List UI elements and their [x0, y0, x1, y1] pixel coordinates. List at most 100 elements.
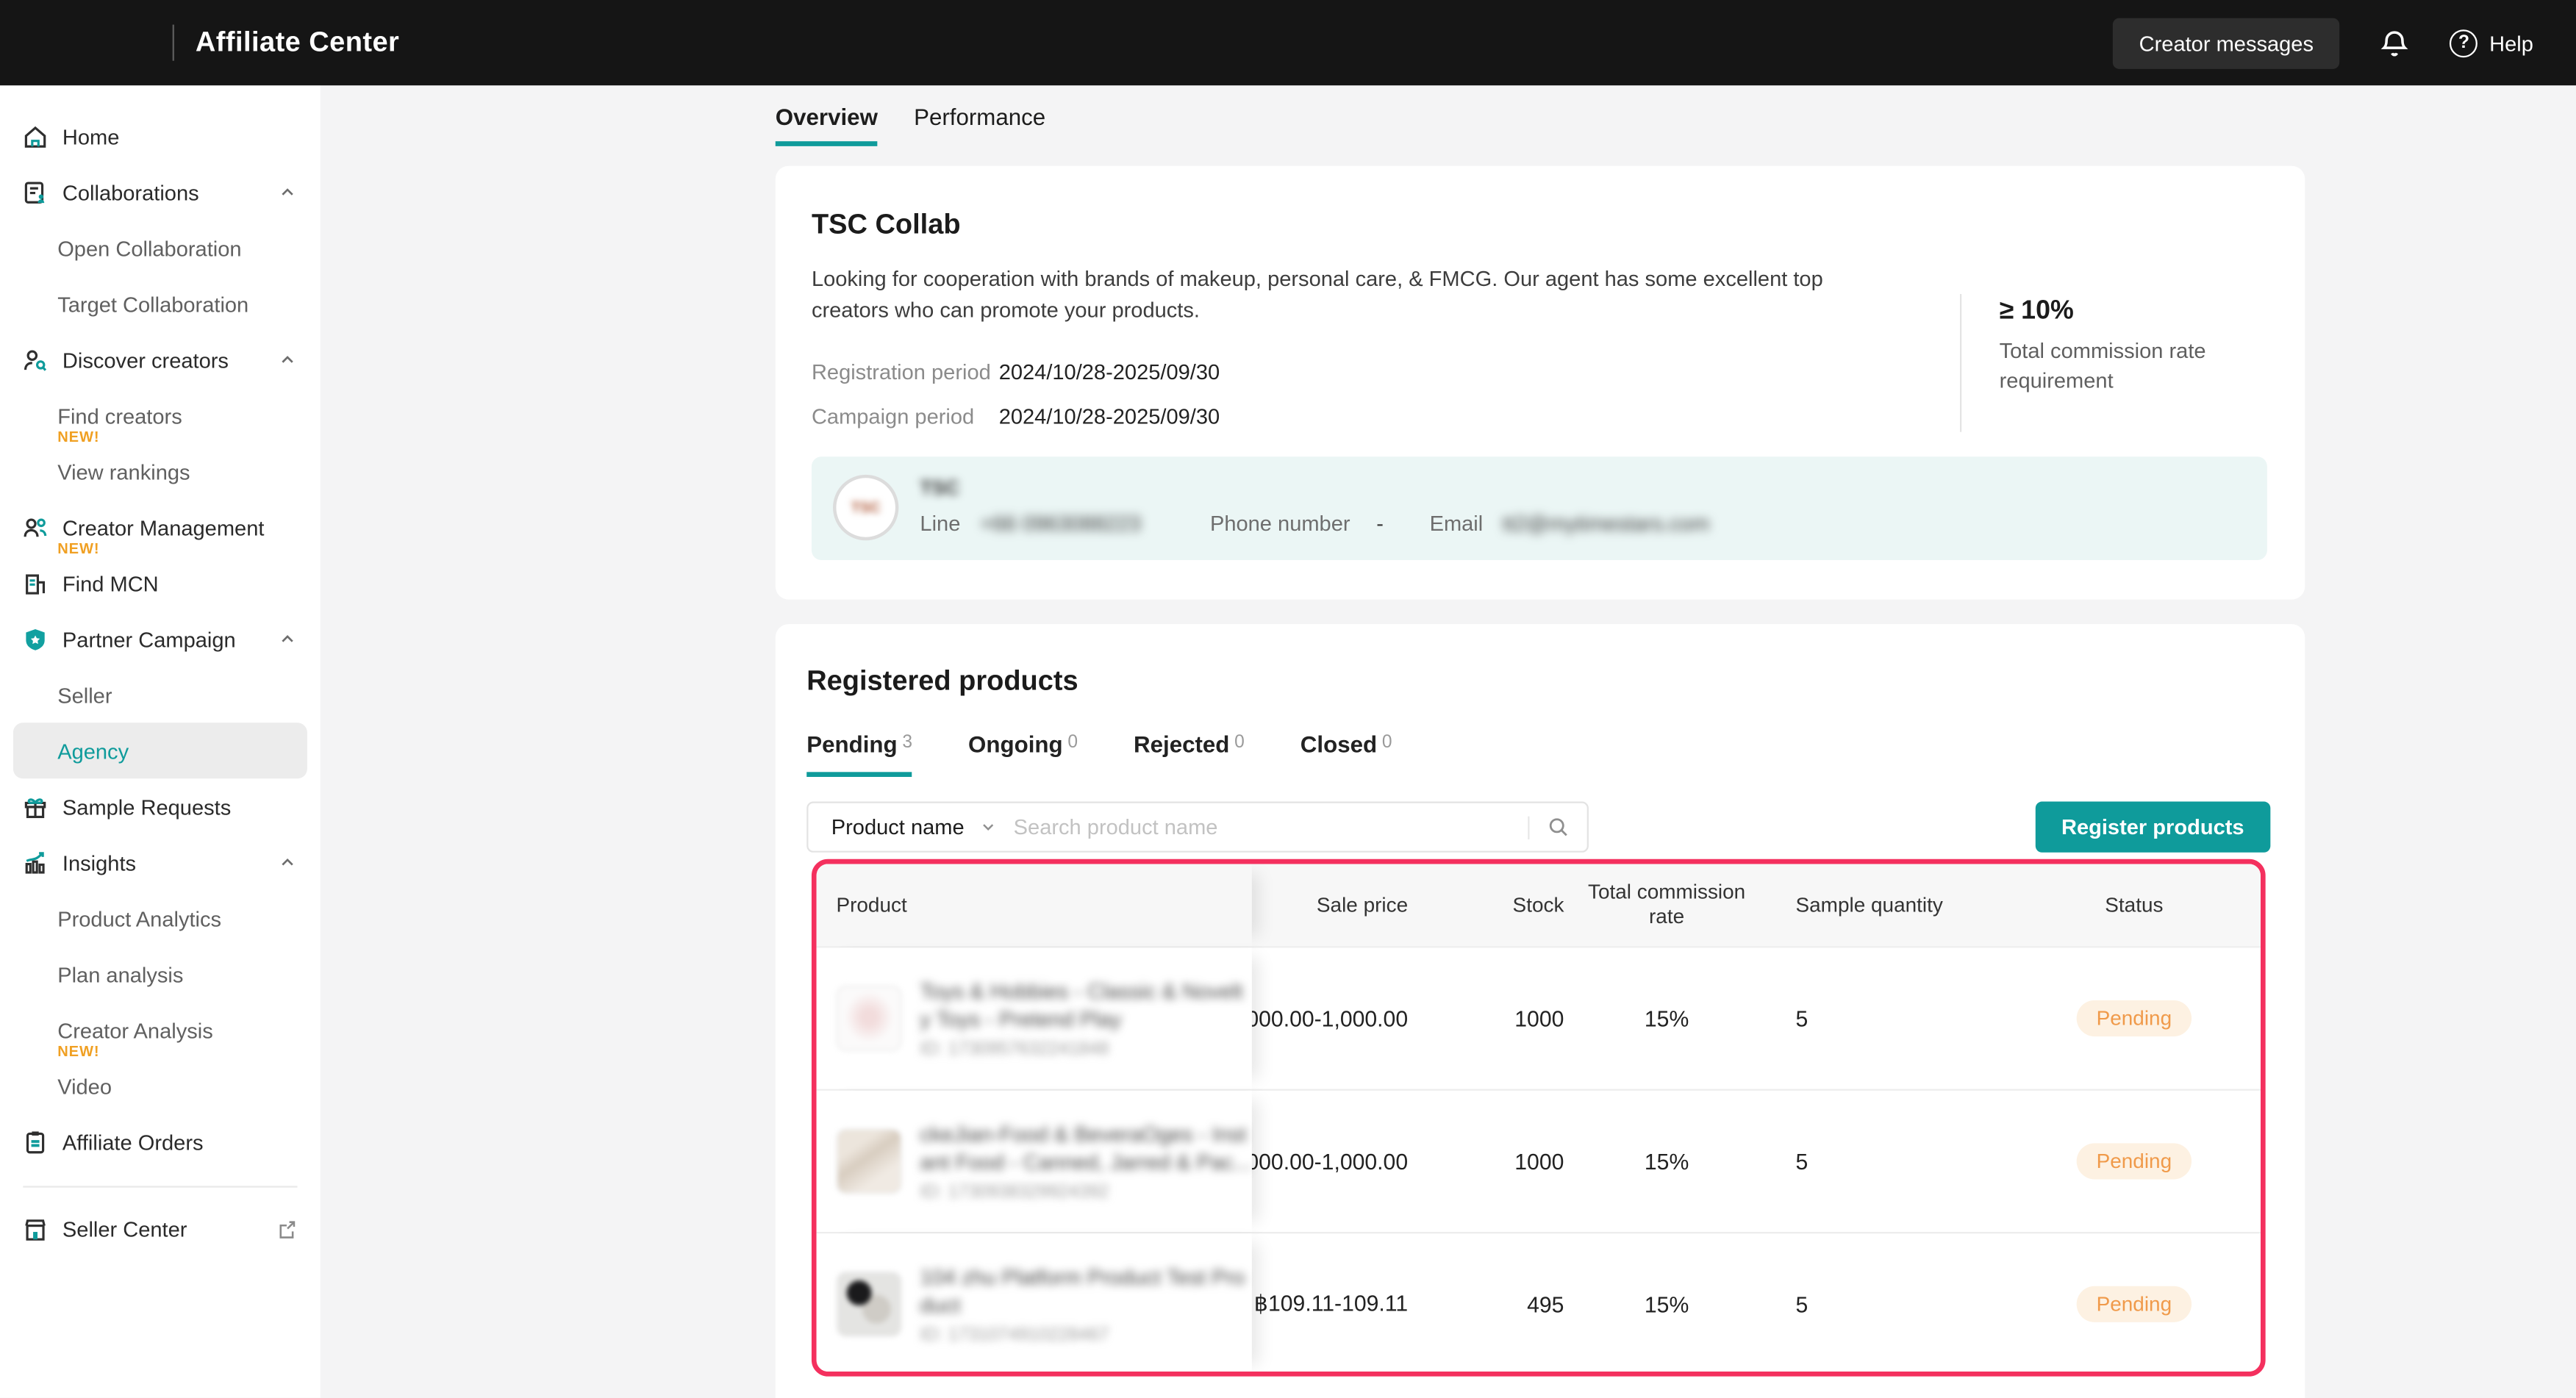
stock-cell: 1000	[1408, 1091, 1564, 1232]
product-image	[836, 986, 901, 1051]
sidebar-item-find-creators[interactable]: Find creators NEW!	[0, 387, 321, 443]
sidebar-item-label: Creator Analysis	[57, 1017, 213, 1042]
sidebar-item-find-mcn[interactable]: Find MCN	[0, 555, 321, 611]
product-title: Toys & Hobbies - Classic & Novelt y Toys…	[920, 978, 1242, 1033]
tab-pending[interactable]: Pending 3	[806, 731, 912, 777]
product-image	[836, 1128, 901, 1194]
sample-quantity-cell: 5	[1770, 947, 2008, 1089]
stock-cell: 495	[1408, 1233, 1564, 1374]
sidebar-item-seller-center[interactable]: Seller Center	[0, 1201, 321, 1257]
sidebar-item-target-collaboration[interactable]: Target Collaboration	[0, 276, 321, 331]
sidebar-item-insights[interactable]: Insights	[0, 834, 321, 890]
sidebar-item-label: Home	[62, 124, 120, 149]
sidebar-item-label: View rankings	[57, 459, 190, 484]
sidebar-item-sample-requests[interactable]: Sample Requests	[0, 778, 321, 834]
sale-price-cell: 000.00-1,000.00	[1252, 947, 1408, 1089]
sidebar-item-creator-analysis[interactable]: Creator Analysis NEW!	[0, 1002, 321, 1058]
tab-label: Pending	[806, 731, 897, 757]
campaign-title: TSC Collab	[812, 209, 2305, 242]
sidebar-item-partner-campaign[interactable]: Partner Campaign	[0, 611, 321, 667]
product-title: ckeJian-Food & BeveraOges - Inst ant Foo…	[920, 1120, 1251, 1176]
register-products-button[interactable]: Register products	[2035, 802, 2270, 853]
tab-ongoing[interactable]: Ongoing 0	[968, 731, 1078, 777]
tab-count: 0	[1067, 733, 1078, 753]
campaign-period-label: Campaign period	[812, 404, 999, 429]
tab-rejected[interactable]: Rejected 0	[1134, 731, 1245, 777]
creator-management-icon	[21, 513, 49, 541]
search-icon[interactable]	[1546, 814, 1571, 839]
sidebar: Home Collaborations Open Collaboration T…	[0, 85, 321, 1398]
sidebar-item-discover-creators[interactable]: Discover creators	[0, 331, 321, 387]
topbar-actions: Creator messages ? Help	[2113, 17, 2576, 68]
column-sale-price: Sale price	[1252, 864, 1408, 946]
sidebar-item-label: Find creators	[57, 404, 182, 429]
sidebar-item-plan-analysis[interactable]: Plan analysis	[0, 946, 321, 1002]
sidebar-item-product-analytics[interactable]: Product Analytics	[0, 890, 321, 946]
search-type-dropdown[interactable]: Product name	[831, 814, 965, 839]
insights-icon	[21, 848, 49, 876]
page-tabs: Overview Performance	[776, 104, 1045, 146]
sidebar-item-agency[interactable]: Agency	[13, 723, 307, 778]
notification-bell-icon[interactable]	[2379, 27, 2410, 58]
new-badge: NEW!	[57, 540, 99, 556]
column-stock: Stock	[1408, 864, 1564, 946]
sale-price-cell: 000.00-1,000.00	[1252, 1091, 1408, 1232]
sale-price-cell: ฿109.11-109.11	[1252, 1233, 1408, 1374]
seller-center-icon	[21, 1215, 49, 1243]
help-icon: ?	[2450, 29, 2477, 57]
registered-products-card: Registered products Pending 3 Ongoing 0 …	[776, 624, 2305, 1398]
sidebar-item-collaborations[interactable]: Collaborations	[0, 164, 321, 220]
status-tabs: Pending 3 Ongoing 0 Rejected 0 Closed 0	[806, 731, 2305, 778]
column-product: Product	[817, 864, 1252, 946]
sidebar-item-open-collaboration[interactable]: Open Collaboration	[0, 220, 321, 276]
line-value: +66 0963088223	[980, 511, 1141, 536]
sidebar-item-label: Product Analytics	[57, 906, 221, 931]
column-status: Status	[2008, 864, 2261, 946]
sidebar-item-view-rankings[interactable]: View rankings	[0, 443, 321, 499]
sample-requests-icon	[21, 792, 49, 820]
search-input[interactable]	[1014, 814, 1528, 839]
tab-count: 0	[1234, 733, 1245, 753]
creator-messages-button[interactable]: Creator messages	[2113, 17, 2340, 68]
status-cell: Pending	[2008, 947, 2261, 1089]
table-row[interactable]: ckeJian-Food & BeveraOges - Inst ant Foo…	[817, 1089, 2261, 1232]
sidebar-item-video[interactable]: Video	[0, 1058, 321, 1114]
table-row[interactable]: Toys & Hobbies - Classic & Novelt y Toys…	[817, 946, 2261, 1089]
sidebar-item-label: Partner Campaign	[62, 627, 236, 652]
campaign-period-value: 2024/10/28-2025/09/30	[999, 404, 1220, 429]
table-row[interactable]: 104 zhu Platform Product Test Pro duct I…	[817, 1232, 2261, 1374]
products-table-annotation: Product Sale price Stock Total commissio…	[812, 859, 2266, 1377]
product-cell: ckeJian-Food & BeveraOges - Inst ant Foo…	[817, 1091, 1252, 1232]
tab-performance[interactable]: Performance	[914, 104, 1045, 146]
help-label: Help	[2489, 30, 2533, 55]
email-value: tt2@mytimestars.com	[1503, 511, 1709, 536]
app-title: Affiliate Center	[196, 26, 399, 60]
line-label: Line	[920, 511, 960, 536]
topbar-divider	[173, 25, 174, 61]
registration-period-value: 2024/10/28-2025/09/30	[999, 359, 1220, 384]
sidebar-item-home[interactable]: Home	[0, 108, 321, 164]
discover-creators-icon	[21, 345, 49, 373]
app-window: Affiliate Center Creator messages ? Help	[0, 0, 2576, 1398]
tab-overview[interactable]: Overview	[776, 104, 878, 146]
campaign-card: TSC Collab Looking for cooperation with …	[776, 166, 2305, 600]
commission-cell: 15%	[1564, 1091, 1769, 1232]
tab-count: 3	[902, 733, 912, 753]
sidebar-item-label: Creator Management	[62, 515, 265, 540]
sidebar-item-creator-management[interactable]: Creator Management NEW!	[0, 499, 321, 555]
status-badge: Pending	[2077, 1000, 2192, 1036]
sidebar-item-label: Affiliate Orders	[62, 1129, 204, 1154]
sidebar-item-seller[interactable]: Seller	[0, 667, 321, 723]
chevron-down-icon[interactable]	[979, 818, 998, 836]
sidebar-item-affiliate-orders[interactable]: Affiliate Orders	[0, 1114, 321, 1169]
tab-label: Closed	[1300, 731, 1377, 757]
tab-label: Rejected	[1134, 731, 1229, 757]
help-button[interactable]: ? Help	[2450, 29, 2533, 57]
registered-products-title: Registered products	[806, 665, 2305, 698]
product-id: ID: 1730938329924392	[920, 1183, 1251, 1202]
status-badge: Pending	[2077, 1286, 2192, 1322]
contact-strip: TSC TSC Line +66 0963088223 Phone number…	[812, 456, 2267, 560]
tab-closed[interactable]: Closed 0	[1300, 731, 1392, 777]
stock-cell: 1000	[1408, 947, 1564, 1089]
tab-count: 0	[1382, 733, 1392, 753]
